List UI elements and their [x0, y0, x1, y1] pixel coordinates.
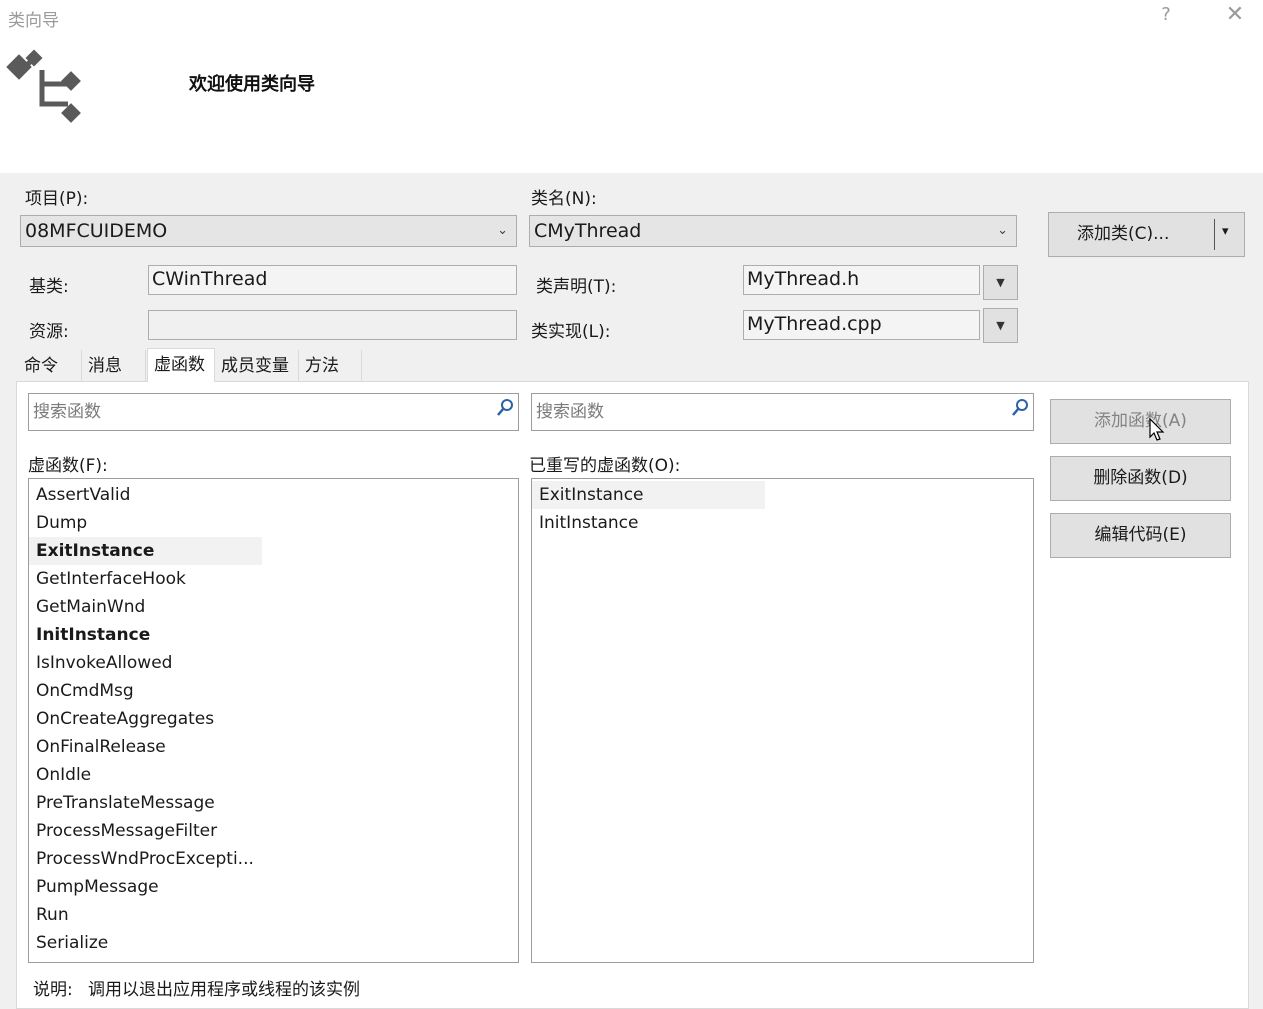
- search-placeholder: 搜索函数: [536, 402, 604, 422]
- resource-label: 资源:: [29, 322, 69, 342]
- list-item[interactable]: InitInstance: [29, 621, 518, 649]
- class-wizard-icon: [6, 49, 81, 123]
- search-icon[interactable]: [1011, 398, 1029, 418]
- virtual-functions-label: 虚函数(F):: [28, 456, 108, 476]
- list-item[interactable]: PreTranslateMessage: [29, 789, 518, 817]
- class-decl-field[interactable]: MyThread.h: [743, 265, 980, 295]
- list-item[interactable]: ExitInstance: [532, 481, 765, 509]
- list-item[interactable]: OnFinalRelease: [29, 733, 518, 761]
- split-divider: [1214, 219, 1215, 250]
- list-item[interactable]: OnCreateAggregates: [29, 705, 518, 733]
- overridden-functions-list[interactable]: ExitInstance InitInstance: [531, 478, 1034, 963]
- list-item[interactable]: PumpMessage: [29, 873, 518, 901]
- resource-field[interactable]: [148, 310, 517, 340]
- base-class-label: 基类:: [29, 277, 69, 297]
- add-class-button[interactable]: 添加类(C)...: [1048, 212, 1245, 257]
- project-value: 08MFCUIDEMO: [25, 220, 168, 242]
- list-item[interactable]: InitInstance: [532, 509, 1033, 537]
- virtual-functions-list[interactable]: AssertValid Dump ExitInstance GetInterfaceH…: [28, 478, 519, 963]
- chevron-down-icon: ⌄: [497, 223, 508, 238]
- add-function-button[interactable]: 添加函数(A): [1050, 399, 1231, 444]
- tab-commands[interactable]: 命令: [18, 350, 82, 381]
- add-class-dropdown-arrow-icon[interactable]: ▾: [1222, 224, 1229, 239]
- delete-function-button[interactable]: 删除函数(D): [1050, 456, 1231, 501]
- list-item[interactable]: ProcessWndProcExcepti...: [29, 845, 518, 873]
- list-item[interactable]: AssertValid: [29, 481, 518, 509]
- description-label: 说明:: [33, 980, 73, 1000]
- project-combo[interactable]: 08MFCUIDEMO ⌄: [20, 215, 517, 247]
- list-item[interactable]: Run: [29, 901, 518, 929]
- project-label: 项目(P):: [25, 189, 89, 209]
- list-item[interactable]: GetInterfaceHook: [29, 565, 518, 593]
- tab-methods[interactable]: 方法: [299, 350, 362, 381]
- search-icon[interactable]: [496, 398, 514, 418]
- virtual-function-search-input[interactable]: 搜索函数: [28, 393, 519, 431]
- class-impl-label: 类实现(L):: [531, 322, 611, 342]
- mouse-cursor-icon: [1149, 418, 1165, 441]
- overridden-function-search-input[interactable]: 搜索函数: [531, 393, 1034, 431]
- class-decl-dropdown-button[interactable]: ▼: [983, 265, 1018, 300]
- list-item[interactable]: IsInvokeAllowed: [29, 649, 518, 677]
- class-name-label: 类名(N):: [531, 189, 597, 209]
- class-name-combo[interactable]: CMyThread ⌄: [529, 215, 1017, 247]
- class-impl-field[interactable]: MyThread.cpp: [743, 310, 980, 340]
- list-item[interactable]: GetMainWnd: [29, 593, 518, 621]
- class-decl-label: 类声明(T):: [536, 277, 617, 297]
- overridden-functions-label: 已重写的虚函数(O):: [529, 456, 681, 476]
- class-impl-dropdown-button[interactable]: ▼: [983, 308, 1018, 343]
- close-button[interactable]: ✕: [1222, 2, 1248, 27]
- list-item[interactable]: OnIdle: [29, 761, 518, 789]
- help-button[interactable]: ?: [1156, 4, 1176, 25]
- window-title: 类向导: [8, 11, 59, 31]
- search-placeholder: 搜索函数: [33, 402, 101, 422]
- list-item[interactable]: OnCmdMsg: [29, 677, 518, 705]
- tab-member-variables[interactable]: 成员变量: [215, 350, 299, 381]
- add-class-label: 添加类(C)...: [1077, 224, 1170, 244]
- edit-code-button[interactable]: 编辑代码(E): [1050, 513, 1231, 558]
- class-name-value: CMyThread: [534, 220, 642, 242]
- welcome-heading: 欢迎使用类向导: [189, 74, 315, 95]
- list-item[interactable]: Serialize: [29, 929, 518, 957]
- tab-messages[interactable]: 消息: [82, 350, 146, 381]
- tab-virtual-functions[interactable]: 虚函数: [147, 348, 215, 382]
- list-item[interactable]: ExitInstance: [29, 537, 262, 565]
- list-item[interactable]: Dump: [29, 509, 518, 537]
- description-text: 调用以退出应用程序或线程的该实例: [88, 980, 360, 1000]
- base-class-field[interactable]: CWinThread: [148, 265, 517, 295]
- chevron-down-icon: ⌄: [997, 223, 1008, 238]
- list-item[interactable]: ProcessMessageFilter: [29, 817, 518, 845]
